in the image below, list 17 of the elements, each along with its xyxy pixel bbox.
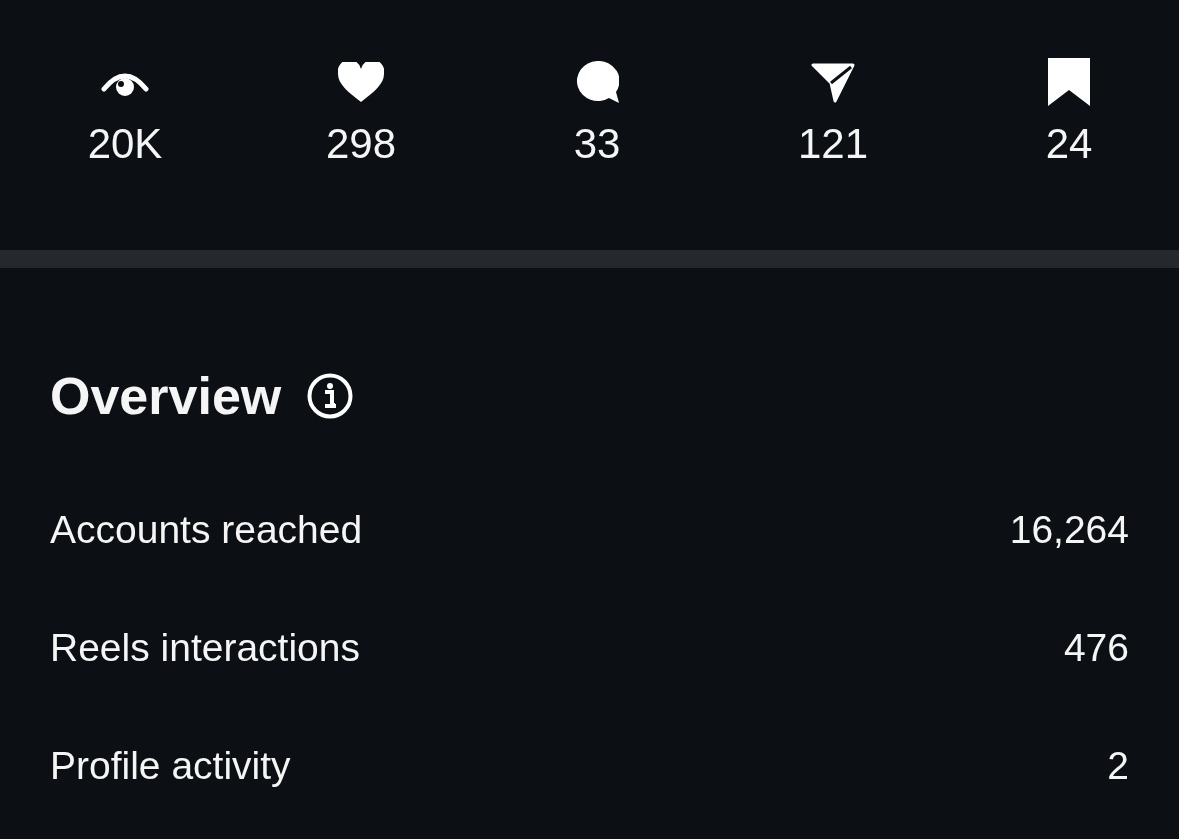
comment-icon (575, 61, 619, 103)
metric-label: Profile activity (50, 744, 291, 788)
metric-label: Reels interactions (50, 626, 360, 670)
stat-count: 121 (797, 120, 869, 168)
stat-count: 33 (573, 120, 621, 168)
bookmark-icon (1048, 58, 1090, 106)
section-title: Overview (50, 366, 282, 426)
metric-value: 2 (1107, 744, 1129, 788)
stat-count: 298 (325, 120, 397, 168)
metric-value: 476 (1063, 626, 1129, 670)
stat-count: 20K (87, 120, 163, 168)
heart-icon (338, 62, 384, 102)
info-icon[interactable] (307, 373, 354, 419)
paper-plane-icon (811, 61, 855, 103)
metric-value: 16,264 (1009, 508, 1129, 552)
metric-label: Accounts reached (50, 508, 363, 552)
stat-count: 24 (1045, 120, 1093, 168)
